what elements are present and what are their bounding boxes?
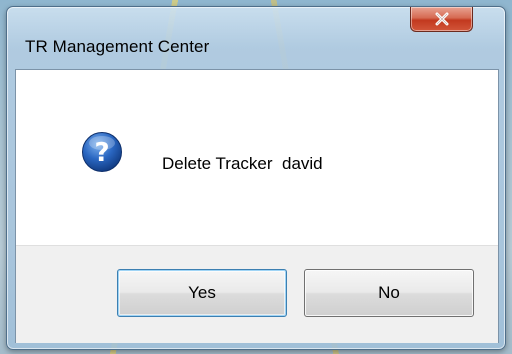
button-bar: Yes No <box>16 245 498 343</box>
no-button[interactable]: No <box>304 269 474 317</box>
question-icon: ? <box>81 131 123 173</box>
close-icon <box>434 12 450 26</box>
dialog-client-area: ? Delete Tracker david Yes No <box>15 69 499 343</box>
yes-button[interactable]: Yes <box>117 269 287 317</box>
title-bar[interactable]: TR Management Center <box>7 7 505 56</box>
dialog-message: Delete Tracker david <box>162 154 323 173</box>
window-title: TR Management Center <box>25 37 210 56</box>
message-area: ? Delete Tracker david <box>16 70 498 245</box>
svg-text:?: ? <box>94 138 109 168</box>
message-dialog: TR Management Center ? Delete Tracker da… <box>6 6 506 350</box>
close-button[interactable] <box>410 7 473 32</box>
